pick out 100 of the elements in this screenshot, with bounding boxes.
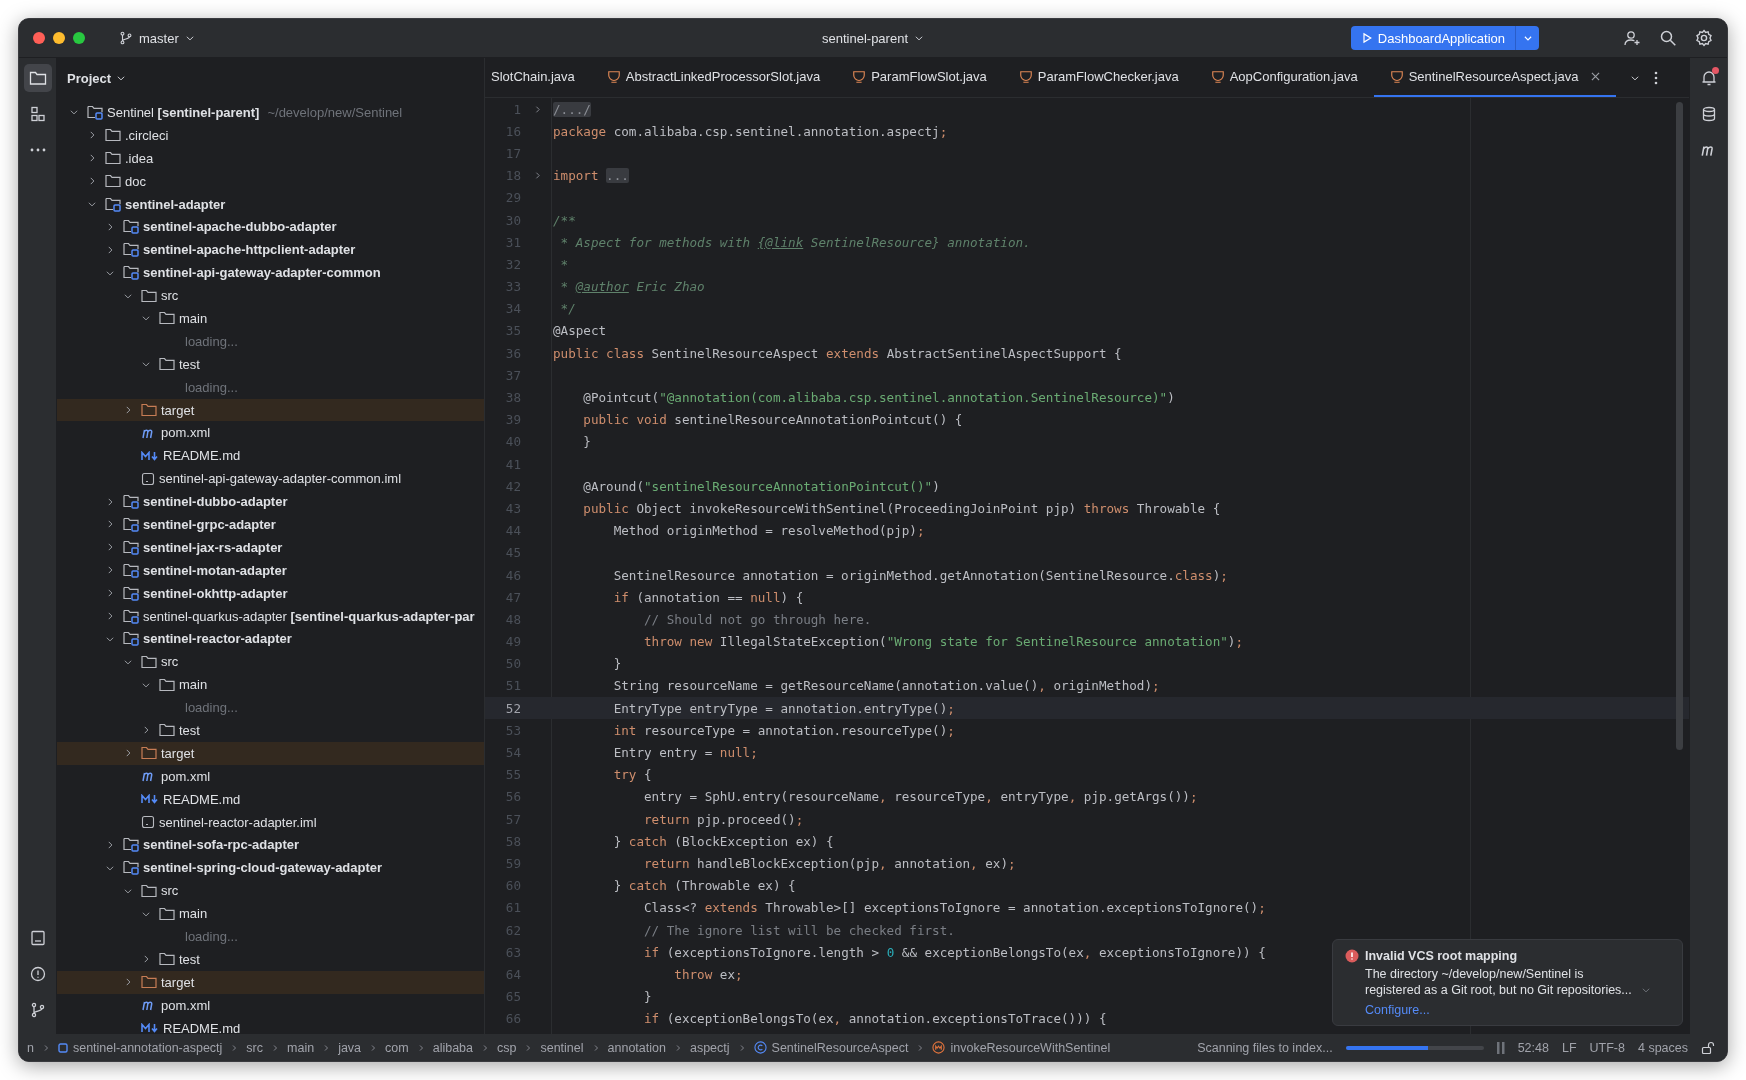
breadcrumb-link[interactable]: src — [246, 1040, 264, 1055]
editor-tab[interactable]: ParamFlowSlot.java — [836, 58, 1003, 97]
tree-row[interactable]: main — [57, 902, 484, 926]
tree-row[interactable]: test — [57, 719, 484, 742]
editor-tab[interactable]: ParamFlowChecker.java — [1002, 58, 1195, 97]
workspace-dropdown[interactable]: sentinel-parent — [816, 26, 930, 50]
breadcrumb-link[interactable]: sentinel-annotation-aspectj — [72, 1040, 223, 1055]
tree-row[interactable]: sentinel-spring-cloud-gateway-adapter — [57, 856, 484, 880]
tree-row[interactable]: sentinel-reactor-adapter.iml — [57, 810, 484, 834]
tree-row[interactable]: target — [57, 741, 484, 765]
tree-row[interactable]: Sentinel [sentinel-parent] ~/develop/new/Sentinel — [57, 101, 484, 124]
run-dropdown-button[interactable] — [1515, 26, 1539, 50]
breadcrumb-link[interactable]: com — [385, 1040, 409, 1055]
scrollbar-thumb[interactable] — [1676, 102, 1683, 750]
tree-row[interactable]: test — [57, 947, 484, 971]
project-tool-button[interactable] — [23, 64, 52, 92]
tree-row[interactable]: sentinel-adapter — [57, 192, 484, 216]
chevron-icon[interactable] — [87, 153, 97, 164]
close-icon[interactable] — [1591, 72, 1601, 81]
more-options-icon[interactable] — [1654, 70, 1659, 85]
editor-tab[interactable]: AbstractLinkedProcessorSlot.java — [590, 58, 837, 97]
tree-row[interactable]: sentinel-grpc-adapter — [57, 513, 484, 536]
breadcrumb-link[interactable]: csp — [497, 1040, 517, 1055]
chevron-icon[interactable] — [105, 244, 115, 255]
database-icon[interactable] — [1700, 106, 1717, 122]
tree-row[interactable]: doc — [57, 169, 484, 193]
status-item[interactable]: 52:48 — [1517, 1040, 1549, 1055]
tree-row[interactable]: README.md — [57, 444, 484, 468]
close-button[interactable] — [33, 32, 45, 44]
configure-link[interactable]: Configure... — [1365, 1003, 1430, 1017]
branch-icon[interactable] — [29, 1002, 46, 1018]
search-icon[interactable] — [1659, 29, 1677, 47]
tree-row[interactable]: src — [57, 879, 484, 903]
chevron-icon[interactable] — [87, 130, 97, 141]
minimize-button[interactable] — [53, 32, 65, 44]
tree-row[interactable]: .idea — [57, 146, 484, 170]
chevron-icon[interactable] — [141, 954, 151, 965]
status-item[interactable]: LF — [1561, 1040, 1577, 1055]
tree-row[interactable]: sentinel-api-gateway-adapter-common — [57, 261, 484, 285]
warning-circle-icon[interactable] — [29, 966, 46, 982]
tree-row[interactable]: sentinel-api-gateway-adapter-common.iml — [57, 467, 484, 491]
expand-chevron-icon[interactable] — [1641, 985, 1651, 995]
chevron-icon[interactable] — [105, 221, 115, 232]
more-icon[interactable] — [29, 148, 46, 152]
structure-icon[interactable] — [29, 106, 46, 122]
tree-row[interactable]: README.md — [57, 1016, 484, 1034]
chevron-icon[interactable] — [105, 588, 115, 599]
tree-row[interactable]: sentinel-okhttp-adapter — [57, 581, 484, 605]
lock-icon[interactable] — [1701, 1040, 1715, 1055]
chevron-icon[interactable] — [105, 839, 115, 850]
tree-row[interactable]: sentinel-sofa-rpc-adapter — [57, 833, 484, 857]
tree-row[interactable]: sentinel-reactor-adapter — [57, 627, 484, 651]
breadcrumb-link[interactable]: annotation — [607, 1040, 666, 1055]
chevron-icon[interactable] — [87, 176, 97, 187]
tree-row[interactable]: README.md — [57, 787, 484, 811]
tree-row[interactable]: pom.xml — [57, 993, 484, 1017]
chevron-icon[interactable] — [105, 542, 115, 553]
tree-row[interactable]: main — [57, 673, 484, 697]
chevron-icon[interactable] — [123, 977, 133, 988]
tree-row[interactable]: .circleci — [57, 123, 484, 147]
chevron-icon[interactable] — [105, 611, 115, 622]
tree-row[interactable]: sentinel-motan-adapter — [57, 558, 484, 582]
tree-row[interactable]: sentinel-apache-dubbo-adapter — [57, 215, 484, 239]
branch-selector[interactable]: master — [113, 26, 201, 50]
settings-icon[interactable] — [1695, 29, 1713, 47]
status-item[interactable]: UTF-8 — [1589, 1040, 1625, 1055]
tree-row[interactable]: src — [57, 284, 484, 307]
tree-row[interactable]: pom.xml — [57, 421, 484, 445]
breadcrumb-link[interactable]: sentinel — [540, 1040, 584, 1055]
breadcrumb-link[interactable]: main — [287, 1040, 315, 1055]
maximize-button[interactable] — [73, 32, 85, 44]
chevron-icon[interactable] — [105, 519, 115, 530]
tree-row[interactable]: sentinel-apache-httpclient-adapter — [57, 238, 484, 262]
tree-row[interactable]: sentinel-jax-rs-adapter — [57, 535, 484, 559]
add-user-icon[interactable] — [1623, 29, 1641, 47]
breadcrumb-link[interactable]: aspectj — [689, 1040, 730, 1055]
breadcrumb-link[interactable]: java — [338, 1040, 362, 1055]
editor-tab[interactable]: SlotChain.java — [485, 58, 591, 97]
tree-row[interactable]: target — [57, 970, 484, 994]
chevron-icon[interactable] — [105, 496, 115, 507]
editor-tab[interactable]: AopConfiguration.java — [1194, 58, 1374, 97]
chevron-icon[interactable] — [105, 565, 115, 576]
terminal-icon[interactable] — [29, 930, 46, 946]
chevron-icon[interactable] — [87, 199, 97, 209]
breadcrumb-link[interactable]: alibaba — [432, 1040, 473, 1055]
tree-row[interactable]: pom.xml — [57, 764, 484, 788]
tree-row[interactable]: main — [57, 307, 484, 330]
project-view-selector[interactable]: Project — [61, 69, 133, 87]
bell-icon[interactable] — [1700, 70, 1717, 86]
tree-row[interactable]: target — [57, 398, 484, 422]
pause-icon[interactable] — [1496, 1041, 1505, 1054]
chevron-icon[interactable] — [123, 748, 133, 759]
chevron-icon[interactable] — [123, 405, 133, 415]
tree-row[interactable]: test — [57, 352, 484, 376]
breadcrumb-link[interactable]: n — [27, 1040, 34, 1055]
status-item[interactable]: 4 spaces — [1637, 1040, 1688, 1055]
tree-row[interactable]: sentinel-quarkus-adapter [sentinel-quarkus-adapter-par — [57, 604, 484, 628]
run-configuration-button[interactable]: DashboardApplication — [1350, 26, 1515, 50]
tree-row[interactable]: src — [57, 650, 484, 674]
tree-row[interactable]: sentinel-dubbo-adapter — [57, 490, 484, 514]
